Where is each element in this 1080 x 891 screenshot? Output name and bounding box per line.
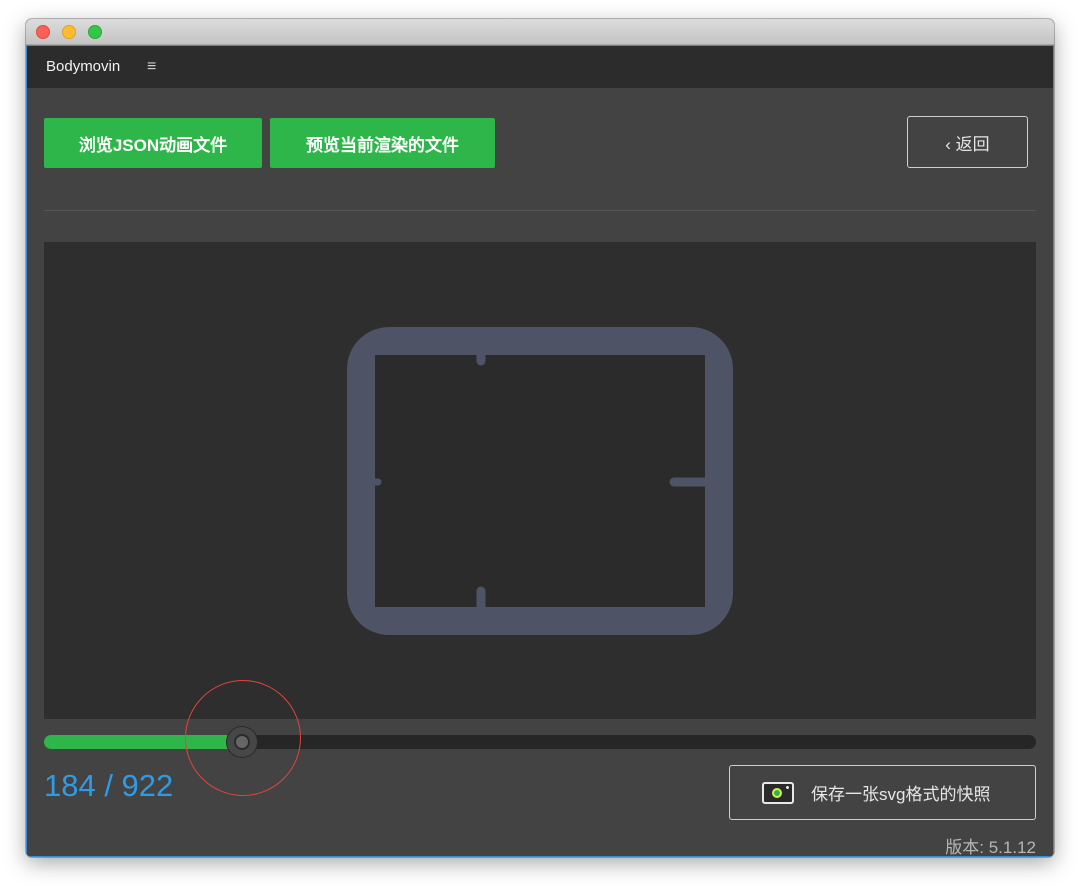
preview-rendered-button[interactable]: 预览当前渲染的文件	[270, 118, 495, 168]
window-titlebar[interactable]	[26, 19, 1054, 45]
animation-shape-inner	[375, 355, 705, 607]
browse-json-label: 浏览JSON动画文件	[78, 135, 228, 155]
animation-preview	[44, 242, 1036, 719]
camera-icon	[762, 781, 794, 804]
back-label: ‹ 返回	[945, 134, 990, 154]
panel-content: Bodymovin ≡ 浏览JSON动画文件 预览当前渲染的文件 ‹ 返回 18…	[26, 45, 1054, 857]
camera-flash-dot	[786, 785, 789, 789]
save-svg-snapshot-button[interactable]: 保存一张svg格式的快照	[729, 765, 1036, 820]
back-button[interactable]: ‹ 返回	[907, 116, 1028, 168]
app-window: Bodymovin ≡ 浏览JSON动画文件 预览当前渲染的文件 ‹ 返回 18…	[26, 19, 1054, 857]
frame-counter: 184 / 922	[44, 768, 174, 803]
app-header: Bodymovin ≡	[27, 46, 1053, 88]
animation-frame-svg	[347, 327, 733, 635]
close-window-button[interactable]	[36, 25, 50, 39]
hamburger-icon[interactable]: ≡	[147, 59, 156, 75]
camera-lens	[772, 787, 782, 798]
minimize-window-button[interactable]	[62, 25, 76, 39]
browse-json-button[interactable]: 浏览JSON动画文件	[44, 118, 262, 168]
app-title: Bodymovin	[46, 58, 121, 75]
divider	[44, 210, 1036, 211]
timeline-slider[interactable]	[44, 727, 1036, 757]
version-label: 版本: 5.1.12	[945, 838, 1036, 857]
timeline-slider-thumb[interactable]	[227, 727, 257, 757]
timeline-progress	[44, 735, 242, 749]
save-svg-snapshot-label: 保存一张svg格式的快照	[811, 785, 991, 804]
maximize-window-button[interactable]	[88, 25, 102, 39]
preview-rendered-label: 预览当前渲染的文件	[306, 135, 459, 155]
